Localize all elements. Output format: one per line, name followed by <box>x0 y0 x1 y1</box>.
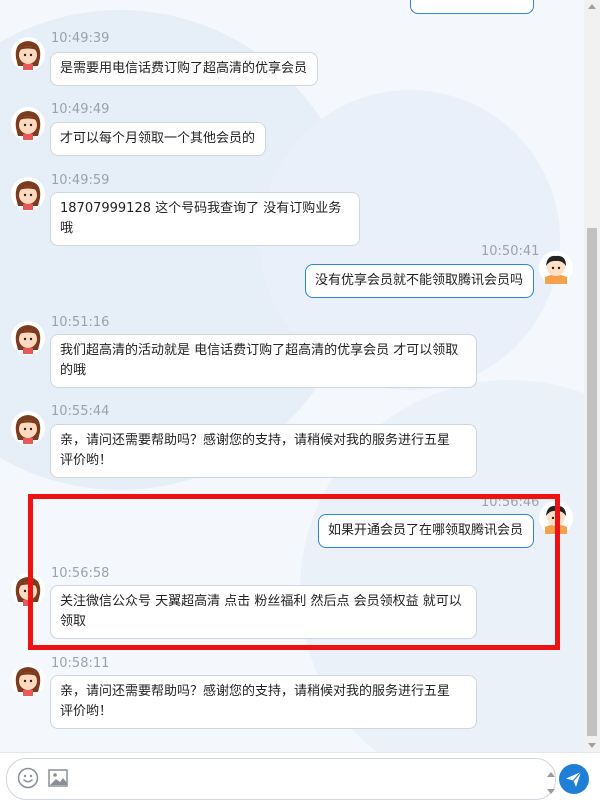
scroll-thumb[interactable] <box>587 228 597 736</box>
message-time: 10:51:16 <box>51 315 110 330</box>
agent-bubble: 亲，请问还需要帮助吗？感谢您的支持，请稍候对我的服务进行五星 评价哟！ <box>50 424 477 478</box>
agent-bubble: 18707999128 这个号码我查询了 没有订购业务哦 <box>50 192 360 246</box>
message-text: 18707999128 这个号码我查询了 没有订购业务哦 <box>60 201 342 236</box>
message-time: 10:49:39 <box>51 31 110 46</box>
message-time: 10:49:49 <box>51 102 110 117</box>
message-time: 10:55:44 <box>51 404 110 419</box>
message-time: 10:49:59 <box>51 173 110 188</box>
message-text: 亲，请问还需要帮助吗？感谢您的支持，请稍候对我的服务进行五星 <box>60 684 451 699</box>
message-text: 没有优享会员就不能领取腾讯会员吗 <box>315 273 524 288</box>
message-text: 亲，请问还需要帮助吗？感谢您的支持，请稍候对我的服务进行五星 <box>60 433 451 448</box>
message-input[interactable] <box>85 769 529 801</box>
agent-avatar <box>11 321 45 355</box>
message-time: 10:58:11 <box>51 656 110 671</box>
agent-avatar <box>11 411 45 445</box>
input-scroll-up[interactable] <box>547 772 555 777</box>
image-icon[interactable] <box>47 767 69 789</box>
agent-bubble: 亲，请问还需要帮助吗？感谢您的支持，请稍候对我的服务进行五星 评价哟！ <box>50 675 477 729</box>
agent-avatar <box>11 107 45 141</box>
agent-avatar <box>11 37 45 71</box>
message-input-box <box>6 758 556 801</box>
red-highlight-box <box>28 494 560 650</box>
message-text: 评价哟！ <box>60 704 113 719</box>
scroll-down-arrow[interactable] <box>588 743 596 748</box>
agent-avatar <box>11 177 45 211</box>
agent-bubble: 我们超高清的活动就是 电信话费订购了超高清的优享会员 才可以领取 的哦 <box>50 334 477 388</box>
message-text: 评价哟！ <box>60 453 113 468</box>
agent-bubble: 才可以每个月领取一个其他会员的 <box>50 122 266 156</box>
message-text: 的哦 <box>60 363 87 378</box>
message-text: 我们超高清的活动就是 电信话费订购了超高清的优享会员 才可以领取 <box>60 343 459 358</box>
chat-scrollbar[interactable] <box>584 0 600 752</box>
agent-bubble: 是需要用电信话费订购了超高清的优享会员 <box>50 52 318 86</box>
emoji-icon[interactable] <box>17 767 39 789</box>
scroll-up-arrow[interactable] <box>588 4 596 9</box>
message-text: 是需要用电信话费订购了超高清的优享会员 <box>60 61 308 76</box>
input-scroll-down[interactable] <box>547 789 555 794</box>
partial-user-bubble <box>410 0 534 14</box>
message-time: 10:50:41 <box>481 244 540 259</box>
user-avatar <box>539 251 573 285</box>
agent-avatar <box>11 663 45 697</box>
chat-area: 10:49:39 是需要用电信话费订购了超高清的优享会员 10:49:49 才可… <box>0 0 584 752</box>
input-bar <box>0 752 600 804</box>
user-bubble: 没有优享会员就不能领取腾讯会员吗 <box>305 264 534 298</box>
message-text: 才可以每个月领取一个其他会员的 <box>60 131 256 146</box>
send-icon <box>566 771 582 787</box>
send-button[interactable] <box>559 764 589 794</box>
